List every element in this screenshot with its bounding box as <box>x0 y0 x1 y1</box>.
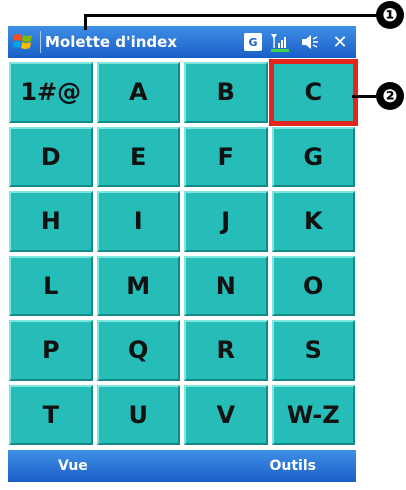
index-cell-label: K <box>303 207 323 236</box>
index-cell-label: F <box>217 142 234 171</box>
index-cell-label: L <box>43 271 59 300</box>
index-cell-label: M <box>126 271 151 300</box>
index-cell[interactable]: B <box>184 62 268 123</box>
index-cell[interactable]: P <box>9 320 93 381</box>
title-bar: Molette d'index G ✕ <box>8 26 356 58</box>
index-cell[interactable]: J <box>184 191 268 252</box>
index-cell-label: T <box>42 400 59 429</box>
callout-2: ❷ <box>376 82 404 110</box>
callout-1: ❶ <box>376 1 404 29</box>
callout-1-line <box>84 14 382 17</box>
windows-start-icon[interactable] <box>8 26 40 58</box>
callout-1-leader <box>84 14 87 30</box>
index-cell-label: N <box>215 271 236 300</box>
title-separator <box>40 31 41 53</box>
index-cell-label: 1#@ <box>20 78 82 107</box>
index-cell[interactable]: H <box>9 191 93 252</box>
index-cell[interactable]: O <box>271 255 355 316</box>
index-cell-label: G <box>303 142 324 171</box>
index-cell[interactable]: N <box>184 255 268 316</box>
app-badge-icon[interactable]: G <box>244 33 262 51</box>
index-cell[interactable]: Q <box>96 320 180 381</box>
index-cell-label: E <box>130 142 147 171</box>
close-icon[interactable]: ✕ <box>328 30 352 54</box>
index-cell-label: H <box>40 207 61 236</box>
index-cell-label: W-Z <box>286 400 340 429</box>
index-cell[interactable]: V <box>184 384 268 445</box>
index-cell[interactable]: L <box>9 255 93 316</box>
index-cell[interactable]: F <box>184 126 268 187</box>
index-cell[interactable]: M <box>96 255 180 316</box>
index-cell[interactable]: D <box>9 126 93 187</box>
menu-tools[interactable]: Outils <box>270 458 317 474</box>
index-cell[interactable]: K <box>271 191 355 252</box>
index-cell-label: C <box>304 78 323 107</box>
index-cell[interactable]: S <box>271 320 355 381</box>
index-cell-label: R <box>216 336 235 365</box>
index-cell[interactable]: E <box>96 126 180 187</box>
index-cell-label: S <box>304 336 322 365</box>
index-wheel-grid: 1#@ A B C D E F G H I J K L M N O P Q R S T U V W-Z <box>8 58 358 448</box>
index-cell[interactable]: I <box>96 191 180 252</box>
callout-2-line <box>352 95 376 98</box>
index-cell[interactable]: A <box>96 62 180 123</box>
index-cell-label: Q <box>128 336 149 365</box>
app-title: Molette d'index <box>45 33 178 51</box>
index-cell[interactable]: G <box>271 126 355 187</box>
index-cell-label: V <box>216 400 236 429</box>
index-cell-label: I <box>133 207 143 236</box>
signal-icon[interactable] <box>268 31 292 53</box>
index-cell-label: J <box>221 207 231 236</box>
index-cell-label: B <box>216 78 235 107</box>
index-cell[interactable]: U <box>96 384 180 445</box>
index-cell[interactable]: W-Z <box>271 384 355 445</box>
index-cell-label: O <box>303 271 324 300</box>
index-cell-label: A <box>128 78 148 107</box>
menu-view[interactable]: Vue <box>58 458 88 474</box>
index-cell-label: U <box>128 400 149 429</box>
index-cell[interactable]: T <box>9 384 93 445</box>
menu-bar: Vue Outils <box>8 450 356 482</box>
index-cell-label: D <box>40 142 61 171</box>
index-cell[interactable]: R <box>184 320 268 381</box>
index-cell-label: P <box>41 336 60 365</box>
speaker-icon[interactable] <box>298 31 322 53</box>
index-cell[interactable]: 1#@ <box>9 62 93 123</box>
index-cell[interactable]: C <box>268 59 358 126</box>
